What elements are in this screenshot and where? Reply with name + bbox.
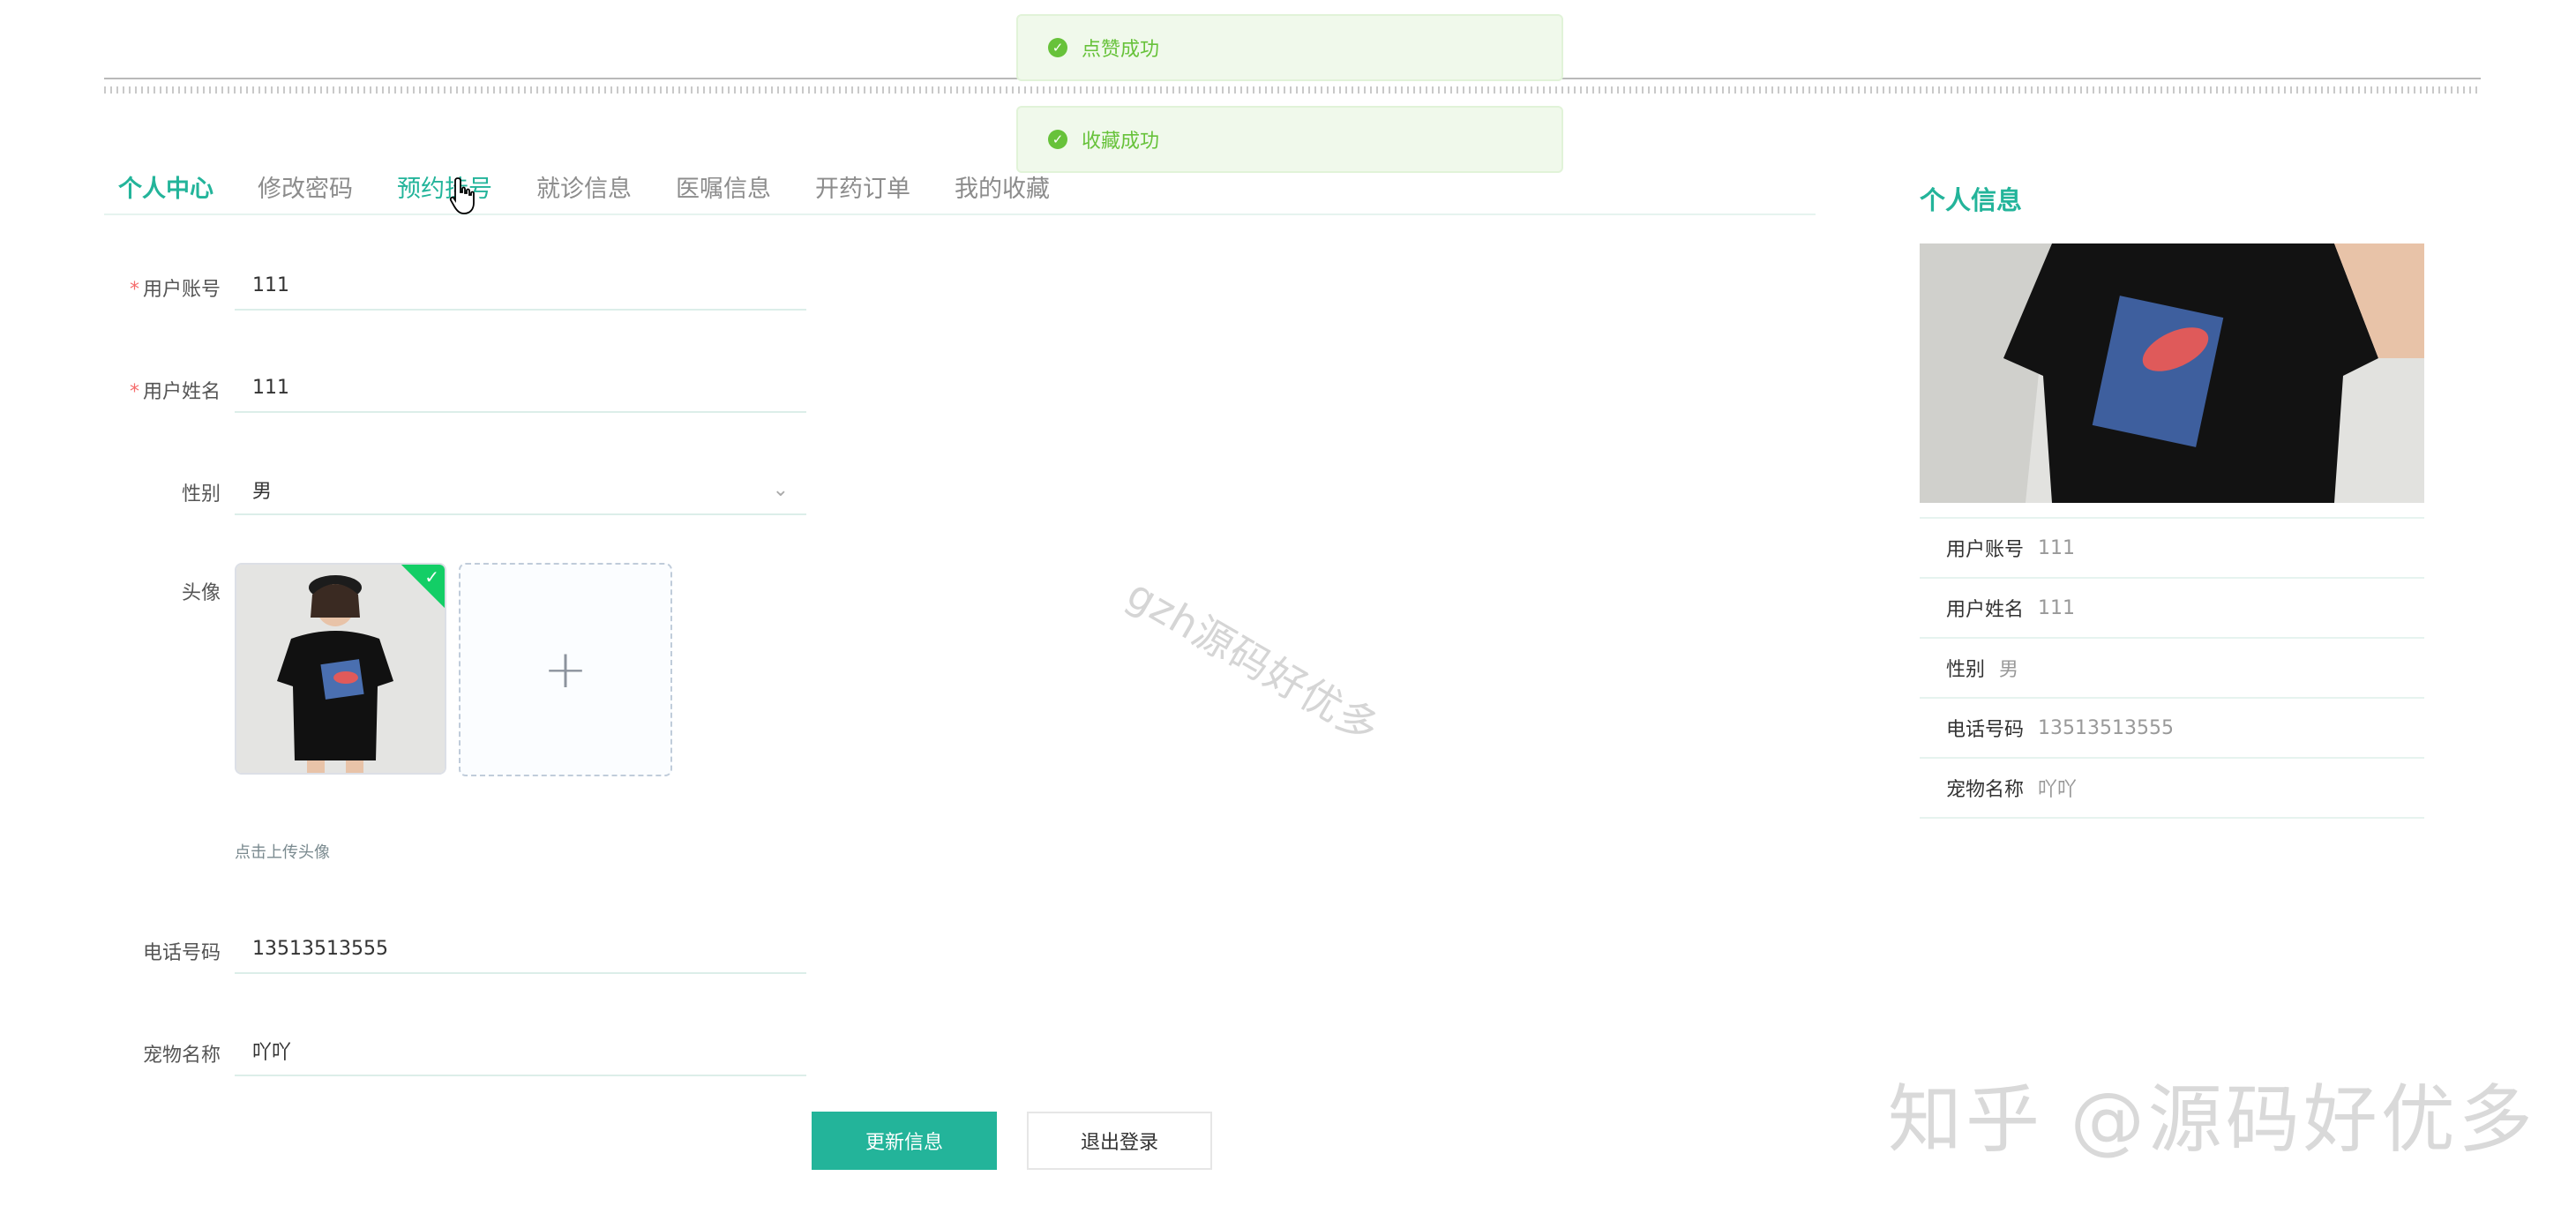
tab-bar: 个人中心 修改密码 预约挂号 就诊信息 医嘱信息 开药订单 我的收藏	[104, 159, 1816, 215]
tab-prescription-orders[interactable]: 开药订单	[800, 169, 925, 204]
account-input[interactable]	[235, 261, 806, 311]
info-value: 男	[1999, 659, 2019, 681]
profile-image	[1920, 243, 2424, 503]
form-row-phone: 电话号码	[104, 925, 810, 978]
phone-label: 电话号码	[142, 942, 221, 964]
info-value: 吖吖	[2038, 779, 2078, 801]
list-item: 宠物名称 吖吖	[1920, 759, 2424, 819]
update-info-button[interactable]: 更新信息	[812, 1112, 997, 1170]
upload-tip: 点击上传头像	[235, 843, 330, 862]
tab-appointment[interactable]: 预约挂号	[382, 169, 507, 204]
list-item: 电话号码 13513513555	[1920, 699, 2424, 759]
avatar-label: 头像	[181, 582, 221, 604]
list-item: 性别 男	[1920, 639, 2424, 699]
required-mark: *	[129, 279, 139, 301]
check-circle-icon: ✓	[1048, 130, 1067, 149]
form-row-pet: 宠物名称	[104, 1027, 810, 1080]
watermark-text: gzh源码好优多	[1119, 569, 1389, 753]
side-profile-photo	[1920, 243, 2424, 503]
account-label: * 用户账号	[129, 279, 221, 301]
check-icon: ✓	[424, 566, 439, 588]
info-label: 用户账号	[1946, 539, 2025, 561]
list-item: 用户姓名 111	[1920, 579, 2424, 639]
info-value: 111	[2038, 596, 2076, 619]
form-row-gender: 性别 男 ⌄	[104, 466, 810, 519]
gender-select[interactable]: 男 ⌄	[235, 466, 806, 515]
avatar-image	[236, 565, 445, 773]
form-row-name: * 用户姓名	[104, 363, 810, 416]
pet-label: 宠物名称	[142, 1045, 221, 1067]
chevron-down-icon: ⌄	[772, 478, 789, 501]
gender-label: 性别	[181, 483, 221, 506]
logout-button[interactable]: 退出登录	[1027, 1112, 1212, 1170]
avatar-thumbnail[interactable]: ✓	[235, 563, 446, 775]
toast-text: 收藏成功	[1082, 131, 1160, 153]
name-label: * 用户姓名	[129, 381, 221, 403]
required-mark: *	[129, 381, 139, 403]
brand-watermark: 知乎 @源码好优多	[1888, 1076, 2536, 1163]
toast-like-success: ✓ 点赞成功	[1016, 14, 1563, 81]
list-item: 用户账号 111	[1920, 519, 2424, 579]
page: ✓ 点赞成功 ✓ 收藏成功 个人中心 修改密码 预约挂号 就诊信息 医嘱信息 开…	[0, 0, 2576, 1206]
plus-icon: +	[543, 639, 588, 700]
avatar-upload-button[interactable]: +	[459, 563, 672, 776]
tab-medical-orders[interactable]: 医嘱信息	[661, 169, 786, 204]
info-label: 用户姓名	[1946, 599, 2025, 621]
phone-input[interactable]	[235, 925, 806, 974]
gender-value: 男	[252, 481, 273, 503]
info-value: 111	[2038, 536, 2076, 559]
info-value: 13513513555	[2038, 716, 2174, 739]
tab-my-favorites[interactable]: 我的收藏	[940, 169, 1065, 204]
info-label: 宠物名称	[1946, 779, 2025, 801]
toast-text: 点赞成功	[1082, 39, 1160, 61]
tab-visit-info[interactable]: 就诊信息	[521, 169, 647, 204]
form-row-account: * 用户账号	[104, 261, 810, 314]
pet-input[interactable]	[235, 1027, 806, 1076]
info-label: 性别	[1946, 659, 1986, 681]
tab-personal-center[interactable]: 个人中心	[104, 169, 228, 204]
side-info-list: 用户账号 111 用户姓名 111 性别 男 电话号码 13513513555 …	[1920, 517, 2424, 819]
side-panel-title: 个人信息	[1920, 185, 2023, 215]
hand-cursor-icon	[449, 177, 475, 214]
check-circle-icon: ✓	[1048, 38, 1067, 57]
name-input[interactable]	[235, 363, 806, 413]
form-row-avatar: 头像	[104, 577, 810, 612]
tab-change-password[interactable]: 修改密码	[243, 169, 368, 204]
info-label: 电话号码	[1946, 719, 2025, 741]
